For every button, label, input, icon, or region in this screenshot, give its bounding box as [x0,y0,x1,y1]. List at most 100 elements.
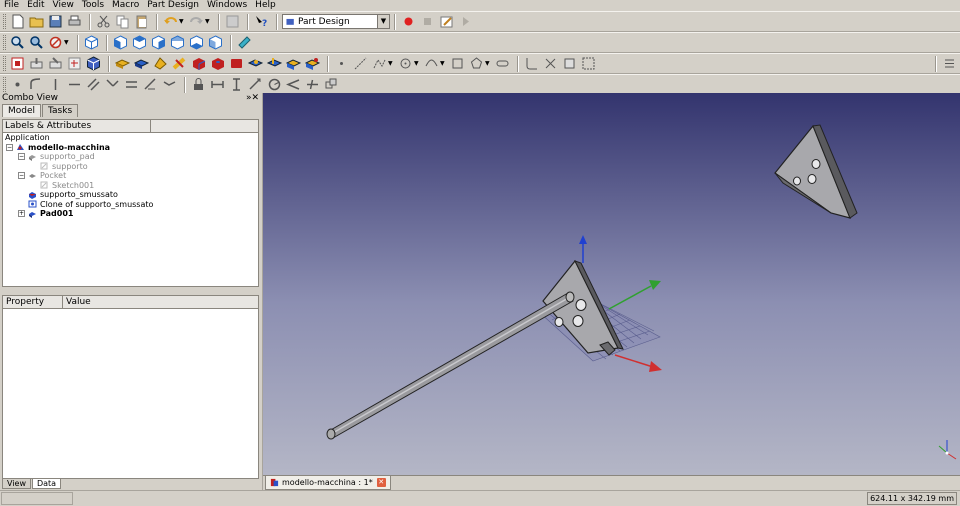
macro-edit-icon[interactable] [438,13,455,30]
tab-data[interactable]: Data [31,479,62,489]
redo-dropdown-icon[interactable]: ▼ [205,18,212,25]
menu-help[interactable]: Help [251,0,280,11]
new-document-icon[interactable] [9,13,26,30]
menu-part-design[interactable]: Part Design [143,0,203,11]
additive-loft-icon[interactable] [152,55,169,72]
open-folder-icon[interactable] [28,13,45,30]
toolbar-grip[interactable] [3,77,6,92]
draw-style-icon[interactable] [47,34,64,51]
tree-header-labels[interactable]: Labels & Attributes [3,120,151,132]
sketcher-construction-icon[interactable] [580,55,597,72]
chamfer-icon[interactable] [304,55,321,72]
tree-item-supporto-smussato[interactable]: supporto_smussato [3,190,258,200]
measure-icon[interactable] [236,34,253,51]
constrain-distance-icon[interactable] [247,76,264,93]
tree-item-clone[interactable]: Clone of supporto_smussato [3,200,258,210]
sketcher-circle-icon[interactable] [397,55,414,72]
sketcher-polyline-icon[interactable] [371,55,388,72]
additive-pipe-icon[interactable] [171,55,188,72]
print-icon[interactable] [66,13,83,30]
expand-icon[interactable]: + [18,210,25,218]
constrain-point-on-object-icon[interactable] [28,76,45,93]
constrain-angle-icon[interactable] [285,76,302,93]
toolbar-grip[interactable] [3,56,6,71]
view-right-icon[interactable] [150,34,167,51]
copy-icon[interactable] [114,13,131,30]
constrain-parallel-icon[interactable] [85,76,102,93]
groove-icon[interactable] [228,55,245,72]
view-rear-icon[interactable] [169,34,186,51]
macro-play-icon[interactable] [457,13,474,30]
sketcher-circle-dropdown-icon[interactable]: ▼ [414,60,421,67]
toolbar-grip[interactable] [3,35,6,50]
undo-icon[interactable] [162,13,179,30]
sketcher-conic-dropdown-icon[interactable]: ▼ [440,60,447,67]
subtractive-pipe-icon[interactable] [266,55,283,72]
view-bottom-icon[interactable] [188,34,205,51]
close-icon[interactable]: ✕ [376,478,386,487]
constrain-snell-icon[interactable] [304,76,321,93]
constrain-radius-icon[interactable] [266,76,283,93]
whats-this-icon[interactable]: ? [253,13,270,30]
view-top-icon[interactable] [131,34,148,51]
tab-tasks[interactable]: Tasks [42,104,79,117]
sketcher-polygon-icon[interactable] [468,55,485,72]
menu-file[interactable]: File [0,0,23,11]
constrain-internal-icon[interactable] [323,76,340,93]
collapse-icon[interactable]: − [6,143,13,151]
sketcher-slot-icon[interactable] [494,55,511,72]
constrain-perpendicular-icon[interactable] [104,76,121,93]
paste-icon[interactable] [133,13,150,30]
tree-item-pad001[interactable]: + Pad001 [3,209,258,219]
menu-view[interactable]: View [49,0,78,11]
tree-item-supporto-sketch[interactable]: supporto [3,162,258,172]
value-column-header[interactable]: Value [63,296,258,308]
3d-viewport[interactable] [263,93,960,475]
constrain-horizontal-icon[interactable] [66,76,83,93]
menu-macro[interactable]: Macro [108,0,143,11]
menu-windows[interactable]: Windows [203,0,251,11]
view-isometric-icon[interactable] [83,34,100,51]
sketcher-rectangle-icon[interactable] [449,55,466,72]
constrain-tangent-icon[interactable] [123,76,140,93]
model-tree[interactable]: Labels & Attributes Application − modell… [2,119,259,287]
constrain-vertical-icon[interactable] [47,76,64,93]
fit-selection-icon[interactable] [28,34,45,51]
constrain-distance-x-icon[interactable] [209,76,226,93]
document-tab[interactable]: modello-macchina : 1* ✕ [265,476,391,490]
combo-view-controls[interactable]: »✕ [246,93,259,104]
tree-item-pocket[interactable]: − Pocket [3,171,258,181]
constrain-coincident-icon[interactable] [9,76,26,93]
tree-root-application[interactable]: Application [3,133,258,143]
sketcher-polygon-dropdown-icon[interactable]: ▼ [485,60,492,67]
collapse-icon[interactable]: − [18,172,25,180]
view-left-icon[interactable] [207,34,224,51]
pad-icon[interactable] [114,55,131,72]
subtractive-loft-icon[interactable] [247,55,264,72]
sketcher-line-icon[interactable] [352,55,369,72]
fillet-icon[interactable] [285,55,302,72]
menu-edit[interactable]: Edit [23,0,48,11]
sketcher-fillet-icon[interactable] [523,55,540,72]
save-icon[interactable] [47,13,64,30]
workbench-select[interactable]: Part Design ▼ [282,14,390,29]
property-editor[interactable]: Property Value [2,295,259,479]
fit-all-icon[interactable] [9,34,26,51]
property-column-header[interactable]: Property [3,296,63,308]
menu-tools[interactable]: Tools [78,0,108,11]
sketcher-trim-icon[interactable] [542,55,559,72]
tree-item-document[interactable]: − modello-macchina [3,143,258,153]
draw-style-dropdown-icon[interactable]: ▼ [64,39,71,46]
refresh-icon[interactable] [224,13,241,30]
redo-icon[interactable] [188,13,205,30]
view-front-icon[interactable] [112,34,129,51]
create-part-icon[interactable] [28,55,45,72]
new-cube-icon[interactable] [85,55,102,72]
macro-stop-icon[interactable] [419,13,436,30]
toolbar-grip[interactable] [3,14,6,29]
tree-item-sketch001[interactable]: Sketch001 [3,181,258,191]
sketcher-point-icon[interactable] [333,55,350,72]
constrain-distance-y-icon[interactable] [228,76,245,93]
sketcher-external-icon[interactable] [561,55,578,72]
hole-icon[interactable] [209,55,226,72]
